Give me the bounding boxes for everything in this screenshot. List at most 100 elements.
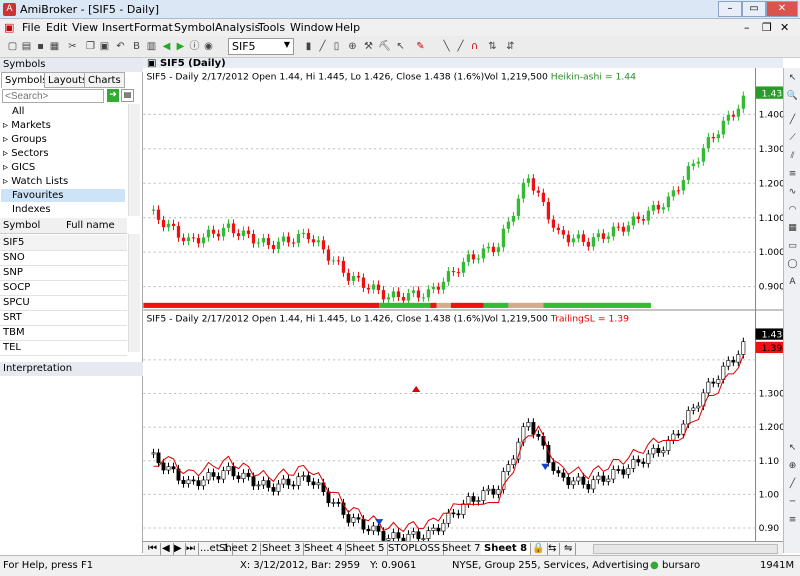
sheet-2[interactable]: Sheet 2: [216, 543, 262, 555]
draw-icon[interactable]: ╱: [454, 40, 467, 53]
menu-help[interactable]: Help: [335, 21, 360, 34]
tree-favourites[interactable]: Favourites: [1, 189, 125, 202]
pick-icon[interactable]: ⛏: [378, 40, 391, 53]
candle: [731, 114, 735, 117]
print-icon[interactable]: ▦: [48, 40, 61, 53]
doc-close-button[interactable]: ✕: [780, 21, 789, 34]
paste-icon[interactable]: ▣: [98, 40, 111, 53]
symbol-select[interactable]: SIF5 ▼: [228, 38, 294, 55]
go-icon[interactable]: ➜: [107, 89, 119, 102]
search-input[interactable]: [2, 89, 104, 103]
maximize-button[interactable]: ▭: [742, 1, 766, 17]
ellipse-icon[interactable]: ◯: [786, 258, 799, 271]
open-icon[interactable]: ▤: [20, 40, 33, 53]
link-icon[interactable]: ⇆: [545, 543, 561, 555]
symbol-row[interactable]: SPCU: [0, 295, 127, 311]
line-icon[interactable]: ╱: [316, 40, 329, 53]
pen-icon[interactable]: ✎: [414, 40, 427, 53]
filter-icon[interactable]: ▤: [121, 89, 134, 102]
sheet-4[interactable]: Sheet 4: [301, 543, 347, 555]
new-icon[interactable]: ▢: [6, 40, 19, 53]
undo-icon[interactable]: ↶: [114, 40, 127, 53]
forward-icon[interactable]: ▶: [174, 40, 187, 53]
hammer-icon[interactable]: ⚒: [362, 40, 375, 53]
menu-analysis[interactable]: Analysis: [215, 21, 260, 34]
view-icon[interactable]: ◉: [202, 40, 215, 53]
tab-charts[interactable]: Charts: [84, 72, 125, 88]
doc-icon[interactable]: ▣: [4, 21, 14, 34]
symbols-scrollbar[interactable]: [128, 234, 140, 352]
magnify-icon[interactable]: 🔍: [786, 90, 799, 103]
sheet-8[interactable]: Sheet 8: [481, 543, 532, 555]
chart-area[interactable]: SIF5 - Daily 2/17/2012 Open 1.44, Hi 1.4…: [143, 68, 800, 553]
gann-icon[interactable]: ▦: [786, 222, 799, 235]
chart-scrollbar[interactable]: [593, 544, 778, 554]
select-icon[interactable]: ↖: [786, 72, 799, 85]
symbol-row[interactable]: SNO: [0, 250, 127, 266]
cut-icon[interactable]: ✂: [66, 40, 79, 53]
ray-icon[interactable]: ⟋: [786, 132, 799, 145]
symbol-row[interactable]: TBM: [0, 325, 127, 341]
fib-tool-icon[interactable]: ≡: [786, 514, 799, 527]
menu-window[interactable]: Window: [290, 21, 333, 34]
text-icon[interactable]: A: [786, 276, 799, 289]
menu-view[interactable]: View: [72, 21, 98, 34]
line-tool-icon[interactable]: ╱: [786, 478, 799, 491]
bar-icon[interactable]: ▮: [302, 40, 315, 53]
symbol-row[interactable]: SNP: [0, 265, 127, 281]
sheet-7[interactable]: Sheet 7: [439, 543, 485, 555]
sheet-3[interactable]: Sheet 3: [259, 543, 305, 555]
cycle-icon[interactable]: ∿: [786, 186, 799, 199]
tree-all[interactable]: All: [12, 105, 24, 118]
cursor-icon[interactable]: ↖: [394, 40, 407, 53]
info-icon[interactable]: ⓘ: [188, 40, 201, 53]
tree-markets[interactable]: ▹ Markets: [3, 119, 51, 132]
menu-file[interactable]: File: [22, 21, 40, 34]
hline-tool-icon[interactable]: ─: [786, 496, 799, 509]
tree-scrollbar[interactable]: [128, 104, 140, 216]
symbol-row[interactable]: TEL: [0, 340, 127, 356]
menu-symbol[interactable]: Symbol: [174, 21, 215, 34]
bold-icon[interactable]: B: [130, 40, 143, 53]
close-button[interactable]: ✕: [766, 1, 798, 17]
candle-icon[interactable]: ▯: [330, 40, 343, 53]
symbol-row[interactable]: SRT: [0, 310, 127, 326]
fib-icon[interactable]: ≡: [786, 168, 799, 181]
menu-tools[interactable]: Tools: [258, 21, 285, 34]
zoom-tool-icon[interactable]: ⊕: [786, 460, 799, 473]
menu-format[interactable]: Format: [134, 21, 173, 34]
col-symbol[interactable]: Symbol: [3, 220, 40, 231]
minimize-button[interactable]: –: [718, 1, 742, 17]
draw-line-icon[interactable]: ╱: [786, 114, 799, 127]
sheet-5[interactable]: Sheet 5: [343, 543, 389, 555]
menu-insert[interactable]: Insert: [102, 21, 134, 34]
arc-icon[interactable]: ◠: [786, 204, 799, 217]
save-icon[interactable]: ▪: [34, 40, 47, 53]
tree-gics[interactable]: ▹ GICS: [3, 161, 35, 174]
tree-groups[interactable]: ▹ Groups: [3, 133, 47, 146]
pencil-icon[interactable]: ╲: [440, 40, 453, 53]
rect-icon[interactable]: ▭: [786, 240, 799, 253]
cursor-tool-icon[interactable]: ↖: [786, 442, 799, 455]
candle: [346, 514, 351, 523]
tree-sectors[interactable]: ▹ Sectors: [3, 147, 49, 160]
symbol-row[interactable]: SIF5: [0, 235, 127, 251]
zoom-in-icon[interactable]: ⊕: [346, 40, 359, 53]
col-fullname[interactable]: Full name: [66, 220, 115, 231]
symbols-panel: Symbols Symbols Layouts Charts ➜ ▤ All ▹…: [0, 58, 143, 553]
channel-icon[interactable]: ⫽: [786, 150, 799, 163]
doc-minimize-button[interactable]: –: [744, 21, 750, 34]
chart-icon[interactable]: ▥: [145, 40, 158, 53]
doc-restore-button[interactable]: ❐: [762, 21, 772, 34]
tree-indexes[interactable]: Indexes: [12, 203, 51, 216]
symbol-row[interactable]: SOCP: [0, 280, 127, 296]
copy-icon[interactable]: ❐: [84, 40, 97, 53]
sync-icon[interactable]: ⇋: [561, 543, 577, 555]
tree-watch-lists[interactable]: ▹ Watch Lists: [3, 175, 68, 188]
magnet-icon[interactable]: ∩: [468, 40, 481, 53]
sheet-stoploss[interactable]: STOPLOSS: [385, 543, 445, 555]
sell-icon[interactable]: ⇵: [504, 40, 517, 53]
back-icon[interactable]: ◀: [160, 40, 173, 53]
menu-edit[interactable]: Edit: [46, 21, 67, 34]
buy-icon[interactable]: ⇅: [486, 40, 499, 53]
